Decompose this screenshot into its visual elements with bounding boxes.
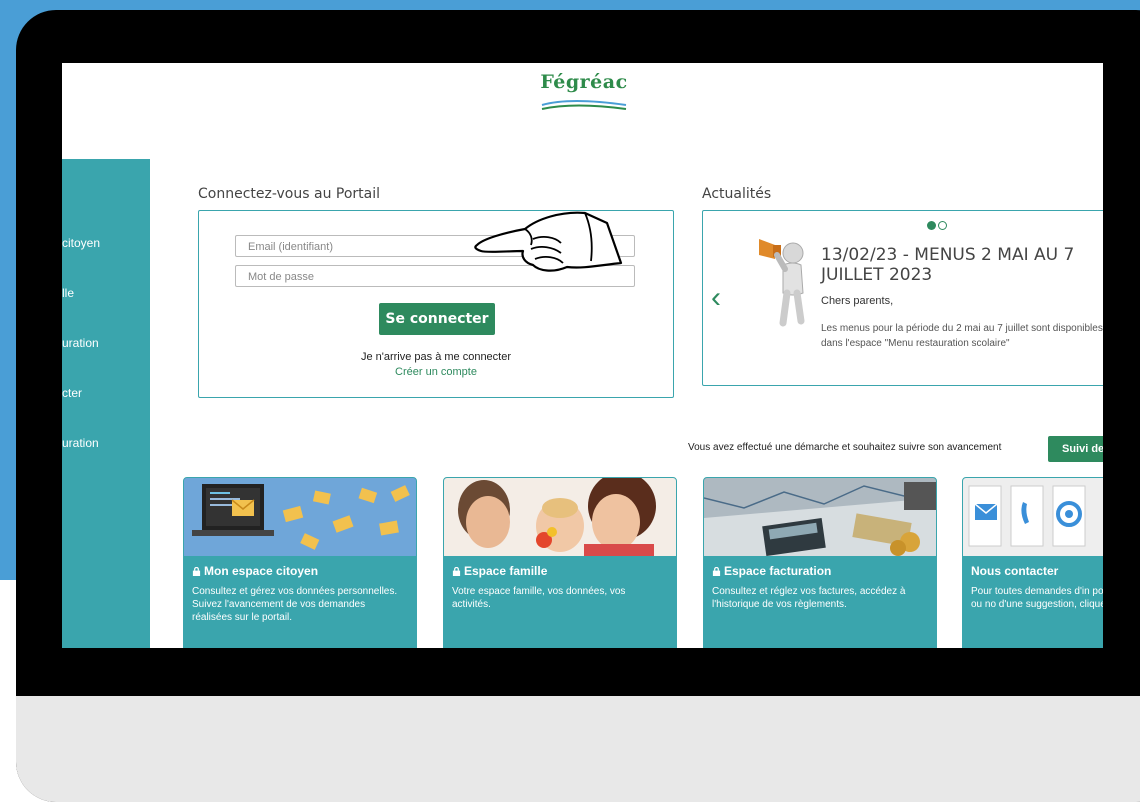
card-facturation-title: Espace facturation: [712, 564, 831, 578]
carousel-dot-active[interactable]: [927, 221, 936, 230]
card-espace-famille[interactable]: Espace famille Votre espace famille, vos…: [443, 477, 677, 648]
sidebar-item-famille[interactable]: lle: [62, 286, 74, 300]
follow-request-text: Vous avez effectué une démarche et souha…: [688, 442, 1002, 453]
card-famille-image: [444, 478, 676, 556]
login-title: Connectez-vous au Portail: [198, 186, 381, 202]
carousel-prev-arrow-icon[interactable]: ‹: [711, 283, 721, 313]
create-account-link[interactable]: Créer un compte: [199, 366, 673, 378]
card-famille-title: Espace famille: [452, 564, 547, 578]
tablet-frame: Fégréac citoyen lle uration cter uration…: [16, 10, 1140, 802]
sidebar-item-facturation[interactable]: uration: [62, 336, 99, 350]
card-nous-contacter[interactable]: Nous contacter Pour toutes demandes d'in…: [962, 477, 1103, 648]
card-facturation-desc: Consultez et réglez vos factures, accéde…: [712, 586, 906, 610]
lock-icon: [712, 567, 721, 576]
logo-waves-icon: [541, 100, 627, 110]
news-headline[interactable]: 13/02/23 - MENUS 2 MAI AU 7 JUILLET 2023: [821, 245, 1103, 285]
trouble-login-link[interactable]: Je n'arrive pas à me connecter: [199, 351, 673, 363]
screen: Fégréac citoyen lle uration cter uration…: [62, 63, 1103, 648]
sidebar: citoyen lle uration cter uration: [62, 159, 150, 648]
sidebar-item-restauration[interactable]: uration: [62, 436, 99, 450]
card-famille-desc: Votre espace famille, vos données, vos a…: [452, 586, 626, 610]
login-button[interactable]: Se connecter: [379, 303, 495, 335]
lock-icon: [192, 567, 201, 576]
card-espace-facturation[interactable]: Espace facturation Consultez et réglez v…: [703, 477, 937, 648]
sidebar-item-contacter[interactable]: cter: [62, 386, 82, 400]
card-contact-desc: Pour toutes demandes d'in pour sollicite…: [971, 586, 1103, 610]
lock-icon: [452, 567, 461, 576]
card-espace-citoyen[interactable]: Mon espace citoyen Consultez et gérez vo…: [183, 477, 417, 648]
carousel-dot[interactable]: [938, 221, 947, 230]
card-citoyen-title: Mon espace citoyen: [192, 564, 318, 578]
pointing-hand-icon: [474, 211, 623, 272]
follow-request-button[interactable]: Suivi de: [1048, 436, 1103, 462]
card-facturation-image: [704, 478, 936, 556]
news-greeting: Chers parents,: [821, 295, 894, 307]
tablet-chin: [16, 696, 1140, 802]
news-carousel: ‹ 13/02/23 - MENUS 2 MAI AU 7 JUILLET 20…: [702, 210, 1103, 386]
card-citoyen-image: [184, 478, 416, 556]
card-citoyen-desc: Consultez et gérez vos données personnel…: [192, 586, 398, 623]
megaphone-figure-icon: [759, 239, 805, 327]
sidebar-item-citoyen[interactable]: citoyen: [62, 236, 100, 250]
card-contact-image: [963, 478, 1103, 556]
site-logo[interactable]: Fégréac: [534, 71, 634, 121]
news-title: Actualités: [702, 186, 772, 202]
login-box: Email (identifiant) Mot de passe Se conn…: [198, 210, 674, 398]
card-contact-title: Nous contacter: [971, 564, 1059, 578]
news-body: Les menus pour la période du 2 mai au 7 …: [821, 323, 1103, 349]
